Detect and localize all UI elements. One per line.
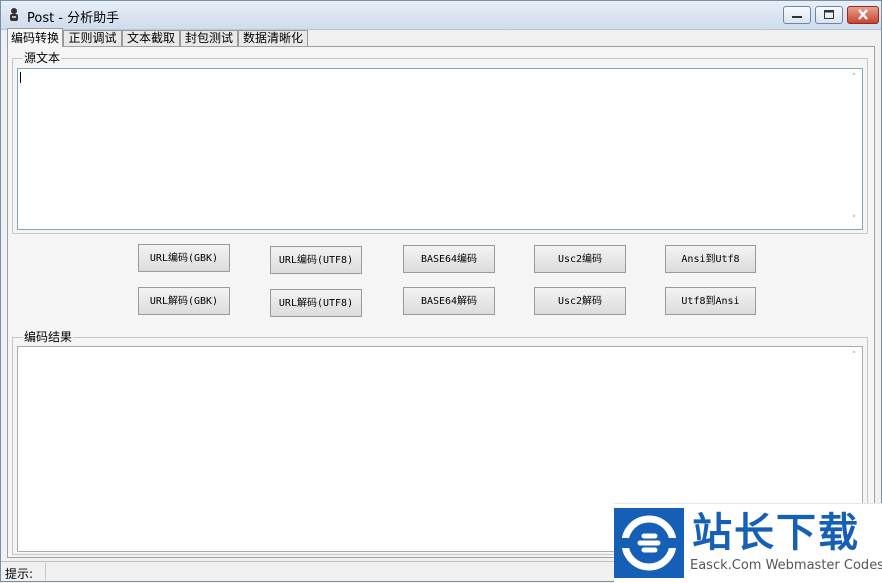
- text-caret: [20, 72, 21, 83]
- utf8-to-ansi-button[interactable]: Utf8到Ansi: [665, 287, 756, 315]
- maximize-button[interactable]: [815, 6, 843, 24]
- maximize-icon: [824, 10, 834, 19]
- close-icon: [858, 9, 868, 20]
- tab-regex-debug[interactable]: 正则调试: [63, 30, 122, 46]
- base64-encode-button[interactable]: BASE64编码: [403, 245, 495, 273]
- url-encode-gbk-button[interactable]: URL编码(GBK): [138, 244, 230, 272]
- source-group: 源文本 ˄ ˅: [12, 51, 868, 234]
- source-label: 源文本: [23, 51, 62, 65]
- tab-packet-test[interactable]: 封包测试: [180, 30, 238, 46]
- tab-text-extract[interactable]: 文本截取: [122, 30, 180, 46]
- window-title: Post - 分析助手: [27, 11, 120, 26]
- status-divider: [45, 563, 46, 580]
- ansi-to-utf8-button[interactable]: Ansi到Utf8: [665, 245, 756, 273]
- tab-panel: 源文本 ˄ ˅ URL编码(GBK) URL编码(UTF8) BASE64编码 …: [7, 46, 875, 558]
- title-bar[interactable]: Post - 分析助手: [1, 1, 881, 30]
- source-text-input[interactable]: ˄ ˅: [17, 68, 863, 230]
- main-window: Post - 分析助手 编码转换 正则调试 文本截取 封包测试 数据清晰化 源文…: [0, 0, 882, 582]
- watermark: 站长下载 Easck.Com Webmaster Codes: [614, 503, 882, 583]
- usc2-decode-button[interactable]: Usc2解码: [534, 287, 626, 315]
- url-encode-utf8-button[interactable]: URL编码(UTF8): [270, 246, 362, 274]
- usc2-encode-button[interactable]: Usc2编码: [534, 245, 626, 273]
- scroll-down-icon[interactable]: ˅: [850, 216, 858, 225]
- app-icon: [7, 7, 21, 23]
- tab-data-clarify[interactable]: 数据清晰化: [238, 30, 308, 46]
- watermark-en-text: Easck.Com Webmaster Codes: [690, 558, 882, 573]
- minimize-icon: [792, 16, 802, 18]
- watermark-cn-text: 站长下载: [692, 510, 860, 556]
- url-decode-utf8-button[interactable]: URL解码(UTF8): [270, 289, 362, 317]
- scroll-up-icon[interactable]: ˄: [850, 74, 858, 83]
- tab-encode-convert[interactable]: 编码转换: [7, 28, 63, 47]
- status-hint-label: 提示:: [5, 567, 34, 581]
- source-scrollbar[interactable]: ˄ ˅: [846, 69, 862, 229]
- base64-decode-button[interactable]: BASE64解码: [403, 287, 495, 315]
- url-decode-gbk-button[interactable]: URL解码(GBK): [138, 287, 230, 315]
- close-button[interactable]: [847, 6, 879, 24]
- scroll-up-icon[interactable]: ˄: [850, 352, 858, 361]
- watermark-logo-icon: [614, 508, 684, 578]
- minimize-button[interactable]: [783, 6, 811, 24]
- result-label: 编码结果: [23, 330, 74, 344]
